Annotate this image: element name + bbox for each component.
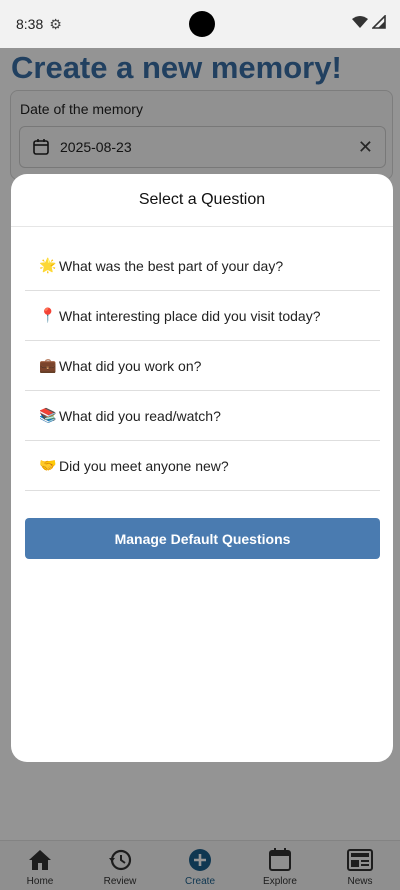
question-text: What interesting place did you visit tod… — [59, 307, 321, 324]
modal-title: Select a Question — [11, 174, 393, 227]
briefcase-icon: 💼 — [39, 357, 57, 373]
question-text: What did you work on? — [59, 357, 202, 374]
question-item[interactable]: 🤝 Did you meet anyone new? — [25, 441, 380, 491]
question-item[interactable]: 📍 What interesting place did you visit t… — [25, 291, 380, 341]
question-text: Did you meet anyone new? — [59, 457, 229, 474]
status-time: 8:38 — [16, 16, 44, 32]
camera-cutout — [189, 11, 215, 37]
wifi-icon — [352, 16, 368, 28]
question-item[interactable]: 📚 What did you read/watch? — [25, 391, 380, 441]
signal-icon — [372, 15, 386, 29]
status-bar: 8:38 ⚙ — [0, 0, 400, 48]
pin-icon: 📍 — [39, 307, 57, 323]
question-item[interactable]: 🌟 What was the best part of your day? — [25, 241, 380, 291]
question-text: What did you read/watch? — [59, 407, 221, 424]
question-item[interactable]: 💼 What did you work on? — [25, 341, 380, 391]
books-icon: 📚 — [39, 407, 57, 423]
settings-gear-icon: ⚙ — [49, 15, 62, 32]
status-icons — [352, 15, 386, 29]
select-question-modal: Select a Question 🌟 What was the best pa… — [11, 174, 393, 762]
question-list: 🌟 What was the best part of your day? 📍 … — [25, 241, 380, 491]
star-icon: 🌟 — [39, 257, 57, 273]
question-text: What was the best part of your day? — [59, 257, 284, 274]
handshake-icon: 🤝 — [39, 457, 57, 473]
manage-default-questions-button[interactable]: Manage Default Questions — [25, 518, 380, 559]
